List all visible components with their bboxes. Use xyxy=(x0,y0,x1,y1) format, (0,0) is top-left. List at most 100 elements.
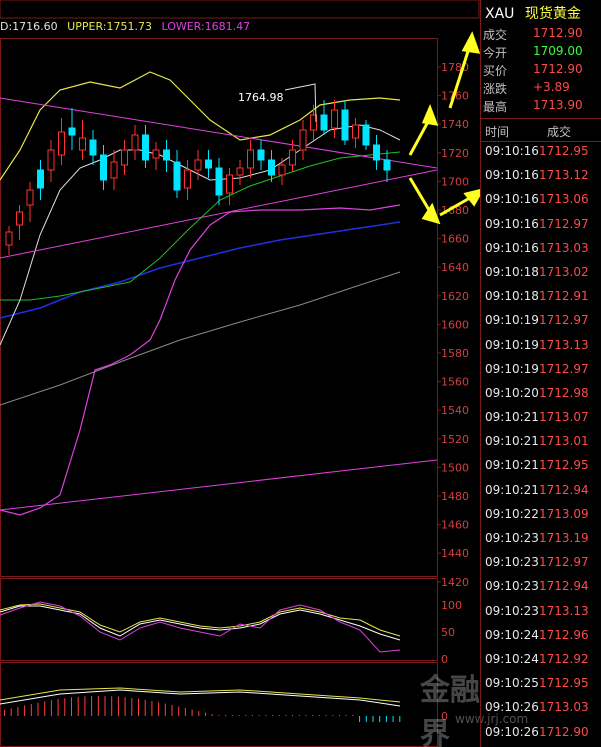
boll-upper-value: UPPER:1751.73 xyxy=(67,20,152,33)
tick-time: 09:10:19 xyxy=(485,337,539,352)
candle-body xyxy=(121,149,128,166)
macd-bar xyxy=(365,716,367,722)
macd-bar xyxy=(211,714,213,716)
macd-bar xyxy=(24,705,26,716)
macd-bar xyxy=(231,715,233,716)
tick-time: 09:10:18 xyxy=(485,289,539,304)
macd-bar xyxy=(124,697,126,716)
tick-price: 1713.03 xyxy=(539,240,589,255)
chart-panel[interactable]: 1780176017401720170016801660164016201600… xyxy=(0,0,528,747)
candle-body xyxy=(163,149,170,161)
candle-body xyxy=(5,231,13,246)
price-axis: 1780176017401720170016801660164016201600… xyxy=(437,61,469,589)
candle-body xyxy=(215,167,223,196)
ticks-price-header: 成交 xyxy=(547,125,572,139)
high-annotation: 1764.98 xyxy=(238,91,284,104)
tick-time: 09:10:26 xyxy=(485,724,539,739)
quote-value: 1712.90 xyxy=(533,26,583,40)
candle-body xyxy=(383,159,391,171)
quote-row-bid: 买价 1712.90 xyxy=(483,62,600,80)
tick-price: 1712.92 xyxy=(539,651,589,666)
tick-time: 09:10:22 xyxy=(485,506,539,521)
candle-body xyxy=(47,149,55,171)
tick-price: 1712.95 xyxy=(539,676,589,691)
tick-time: 09:10:24 xyxy=(485,627,539,642)
tick-price: 1712.95 xyxy=(539,458,589,473)
quote-value: 1713.90 xyxy=(533,98,583,112)
candle-body xyxy=(79,137,86,151)
macd-bar xyxy=(97,696,99,716)
quote-row-last: 成交 1712.90 xyxy=(483,26,600,44)
quote-label: 今开 xyxy=(483,46,508,60)
candle-body xyxy=(68,127,76,136)
tick-row: 09:10:16 1713.03 xyxy=(481,241,601,265)
tick-row: 09:10:19 1713.13 xyxy=(481,338,601,362)
oscillator-tick-label: 100 xyxy=(441,599,462,612)
macd-bar xyxy=(312,715,314,716)
macd-bar xyxy=(151,701,153,716)
quote-row-open: 今开 1709.00 xyxy=(483,44,600,62)
macd-bar xyxy=(138,698,139,716)
macd-bar xyxy=(84,696,86,716)
candlestick-chart[interactable]: 1780176017401720170016801660164016201600… xyxy=(0,0,480,747)
macd-bar xyxy=(50,700,52,716)
long-ma-gray-line xyxy=(0,271,401,406)
tick-row: 09:10:22 1713.09 xyxy=(481,507,601,531)
macd-bar xyxy=(10,708,12,716)
price-tick-label: 1480 xyxy=(441,490,469,503)
tick-list[interactable]: 09:10:16 1712.95 09:10:16 1713.12 09:10:16 17… xyxy=(481,144,601,747)
macd-bar xyxy=(178,706,180,716)
macd-bar xyxy=(104,696,106,716)
macd-bar xyxy=(258,715,260,716)
macd-bar xyxy=(339,715,340,716)
macd-bar xyxy=(218,715,220,716)
macd-bar xyxy=(372,716,374,722)
tick-price: 1712.90 xyxy=(539,724,589,739)
macd-bar xyxy=(292,715,294,716)
macd-bar xyxy=(385,716,387,722)
tick-price: 1713.12 xyxy=(539,168,589,183)
price-tick-label: 1640 xyxy=(441,261,469,274)
tick-row: 09:10:26 1712.90 xyxy=(481,725,601,747)
price-tick-label: 1560 xyxy=(441,376,469,389)
candle-body xyxy=(131,134,139,151)
tick-time: 09:10:25 xyxy=(485,676,539,691)
tick-price: 1713.01 xyxy=(539,434,589,449)
tick-time: 09:10:26 xyxy=(485,700,539,715)
macd-bar xyxy=(164,703,166,716)
macd-bar xyxy=(64,698,66,716)
symbol-name: 现货黄金 xyxy=(524,6,581,22)
tick-row: 09:10:25 1712.95 xyxy=(481,676,601,700)
macd-bar xyxy=(91,696,93,716)
tick-time: 09:10:16 xyxy=(485,168,539,183)
tick-row: 09:10:21 1712.94 xyxy=(481,483,601,507)
macd-bar xyxy=(37,702,39,716)
macd-bar xyxy=(251,715,253,716)
candle-body xyxy=(362,124,370,146)
boll-mid-value: D:1716.60 xyxy=(0,20,58,33)
main-chart-frame xyxy=(0,38,438,577)
tick-price: 1712.96 xyxy=(539,627,589,642)
macd-bar xyxy=(278,715,280,716)
macd-bar xyxy=(238,715,240,716)
tick-time: 09:10:21 xyxy=(485,482,539,497)
ma-blue-line xyxy=(0,221,401,319)
candle-body xyxy=(278,164,286,176)
macd-bar xyxy=(359,716,361,722)
candle-body xyxy=(26,189,34,206)
tick-price: 1713.06 xyxy=(539,192,589,207)
macd-bar xyxy=(205,712,206,716)
quote-value: +3.89 xyxy=(533,80,570,94)
tick-price: 1712.97 xyxy=(539,361,589,376)
price-tick-label: 1700 xyxy=(441,175,469,188)
tick-time: 09:10:21 xyxy=(485,458,539,473)
tick-time: 09:10:16 xyxy=(485,144,539,158)
macd-bar xyxy=(305,715,307,716)
macd-bar xyxy=(272,715,273,716)
quote-label: 涨跌 xyxy=(483,82,508,96)
quote-header: XAU 现货黄金 xyxy=(485,3,581,23)
price-tick-label: 1540 xyxy=(441,404,469,417)
price-tick-label: 1460 xyxy=(441,519,469,532)
macd-bar xyxy=(399,716,401,722)
candle-body xyxy=(247,149,254,169)
